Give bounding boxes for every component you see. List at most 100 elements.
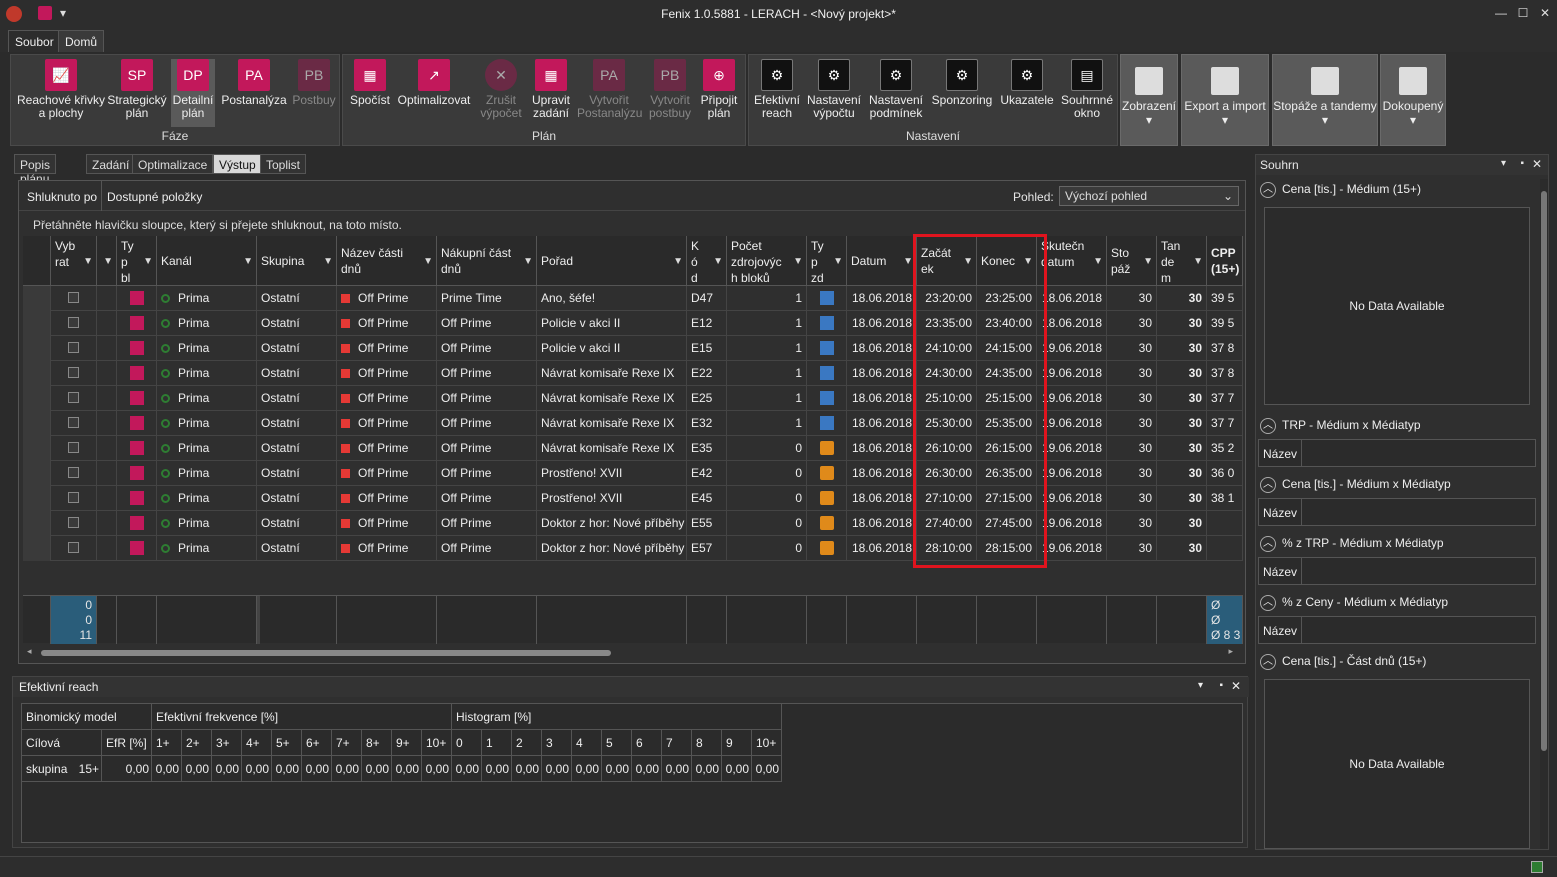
summary-window-button[interactable]: ▤ Souhrnné okno <box>1059 59 1115 120</box>
minimize-icon[interactable]: — <box>1494 6 1508 20</box>
sponsoring-button[interactable]: ⚙ Sponzoring <box>929 59 995 107</box>
tab-optimalizace[interactable]: Optimalizace <box>132 154 214 174</box>
section-pct-trp[interactable]: ︿ % z TRP - Médium x Médiatyp <box>1260 532 1444 554</box>
collapse-icon[interactable]: ︿ <box>1260 181 1276 198</box>
tab-toplist[interactable]: Toplist <box>260 154 307 174</box>
select-checkbox[interactable] <box>68 317 79 328</box>
collapse-icon[interactable]: ︿ <box>1260 535 1276 552</box>
attach-plan-button[interactable]: ⊕ Připojit plán <box>695 59 743 120</box>
select-checkbox[interactable] <box>68 517 79 528</box>
tab-zadani[interactable]: Zadání <box>86 154 136 174</box>
close-icon[interactable]: ✕ <box>1231 679 1241 693</box>
filter-icon[interactable]: ▼ <box>673 254 683 270</box>
collapse-icon[interactable]: ︿ <box>1260 653 1276 670</box>
header-cpp[interactable]: CPP (15+) <box>1207 236 1243 286</box>
postanalysis-button[interactable]: PA Postanalýza <box>221 59 287 107</box>
scrollbar-thumb[interactable] <box>41 650 611 656</box>
horizontal-scrollbar[interactable]: ◂ ▸ <box>27 646 1233 657</box>
tab-vystup[interactable]: Výstup <box>213 154 262 174</box>
header-skutecne-datum[interactable]: Skutečn datum ▼ <box>1037 236 1107 286</box>
header-pocet-zdrojovych-bloku[interactable]: Počet zdrojovýc h bloků ▼ <box>727 236 807 286</box>
filter-icon[interactable]: ▼ <box>1093 254 1103 270</box>
tab-popis-planu[interactable]: Popis plánu <box>14 154 57 186</box>
header-porad[interactable]: Pořad ▼ <box>537 236 687 286</box>
compute-settings-button[interactable]: ⚙ Nastavení výpočtu <box>805 59 863 120</box>
header-tandem[interactable]: Tan de m ▼ <box>1157 236 1207 286</box>
filter-icon[interactable]: ▼ <box>103 254 113 270</box>
view-button[interactable]: Zobrazení ▾ <box>1120 54 1178 146</box>
header-kanal[interactable]: Kanál ▼ <box>157 236 257 286</box>
filter-icon[interactable]: ▼ <box>903 254 913 270</box>
header-typ-zdroje[interactable]: Ty p zd ▼ <box>807 236 847 286</box>
tab-domu[interactable]: Domů <box>58 30 105 52</box>
conditions-settings-button[interactable]: ⚙ Nastavení podmínek <box>867 59 925 120</box>
table-row[interactable]: Prima Ostatní Off Prime Off Prime Návrat kom… <box>23 436 1243 461</box>
close-icon[interactable]: ✕ <box>1538 6 1552 20</box>
strategic-plan-button[interactable]: SP Strategický plán <box>107 59 167 120</box>
dropdown-icon[interactable]: ▾ <box>1198 680 1203 691</box>
view-select[interactable]: Výchozí pohled ⌄ <box>1059 186 1239 206</box>
select-checkbox[interactable] <box>68 367 79 378</box>
filter-icon[interactable]: ▼ <box>1143 254 1153 270</box>
effective-reach-button[interactable]: ⚙ Efektivní reach <box>751 59 803 120</box>
table-row[interactable]: Prima Ostatní Off Prime Off Prime Doktor z h… <box>23 511 1243 536</box>
pin-icon[interactable]: ▪ <box>1520 158 1524 169</box>
select-checkbox[interactable] <box>68 542 79 553</box>
header-stopaz[interactable]: Sto páž ▼ <box>1107 236 1157 286</box>
table-row[interactable]: Prima Ostatní Off Prime Off Prime Doktor z h… <box>23 536 1243 561</box>
postbuy-button[interactable]: PB Postbuy <box>289 59 339 107</box>
collapse-icon[interactable]: ︿ <box>1260 594 1276 611</box>
collapse-icon[interactable]: ︿ <box>1260 417 1276 434</box>
maximize-icon[interactable]: ☐ <box>1516 6 1530 20</box>
table-row[interactable]: Prima Ostatní Off Prime Off Prime Prostřeno!… <box>23 486 1243 511</box>
filter-icon[interactable]: ▼ <box>243 254 253 270</box>
edit-input-button[interactable]: ▦ Upravit zadání <box>527 59 575 120</box>
table-row[interactable]: Prima Ostatní Off Prime Off Prime Návrat kom… <box>23 386 1243 411</box>
header-vybrat[interactable]: Vyb rat ▼ <box>51 236 97 286</box>
table-row[interactable]: Prima Ostatní Off Prime Off Prime Policie v … <box>23 336 1243 361</box>
section-trp-medium-mediatyp[interactable]: ︿ TRP - Médium x Médiatyp <box>1260 414 1421 436</box>
filter-icon[interactable]: ▼ <box>83 254 93 270</box>
create-postanalysis-button[interactable]: PA Vytvořit Postanalýzu <box>577 59 642 120</box>
scroll-left-icon[interactable]: ◂ <box>27 646 32 657</box>
header-kod[interactable]: K ó d ▼ <box>687 236 727 286</box>
scrollbar-thumb[interactable] <box>1541 191 1547 751</box>
header-skupina[interactable]: Skupina ▼ <box>257 236 337 286</box>
select-checkbox[interactable] <box>68 342 79 353</box>
select-checkbox[interactable] <box>68 467 79 478</box>
indicators-button[interactable]: ⚙ Ukazatele <box>999 59 1055 107</box>
scroll-right-icon[interactable]: ▸ <box>1228 646 1233 657</box>
select-checkbox[interactable] <box>68 442 79 453</box>
export-import-button[interactable]: Export a import ▾ <box>1181 54 1269 146</box>
tab-soubor[interactable]: Soubor <box>8 30 61 52</box>
close-icon[interactable]: ✕ <box>1532 157 1542 171</box>
dropdown-icon[interactable]: ▾ <box>1501 158 1506 169</box>
filter-icon[interactable]: ▼ <box>1193 254 1203 270</box>
detail-plan-button[interactable]: DP Detailní plán <box>171 59 215 127</box>
filter-icon[interactable]: ▼ <box>423 254 433 270</box>
header-nakupni-cast-dnu[interactable]: Nákupní část dnů ▼ <box>437 236 537 286</box>
table-row[interactable]: Prima Ostatní Off Prime Off Prime Prostřeno!… <box>23 461 1243 486</box>
filter-icon[interactable]: ▼ <box>793 254 803 270</box>
select-checkbox[interactable] <box>68 417 79 428</box>
available-items-button[interactable]: Dostupné položky <box>103 181 206 211</box>
dokoupeny-button[interactable]: Dokoupený ▾ <box>1380 54 1446 146</box>
table-row[interactable]: Prima Ostatní Off Prime Off Prime Policie v … <box>23 311 1243 336</box>
header-nazev-casti-dnu[interactable]: Název části dnů ▼ <box>337 236 437 286</box>
compute-button[interactable]: ▦ Spočíst <box>347 59 393 107</box>
select-checkbox[interactable] <box>68 292 79 303</box>
filter-icon[interactable]: ▼ <box>523 254 533 270</box>
section-cena-medium-mediatyp[interactable]: ︿ Cena [tis.] - Médium x Médiatyp <box>1260 473 1451 495</box>
pin-icon[interactable]: ▪ <box>1219 680 1223 691</box>
filter-icon[interactable]: ▼ <box>833 254 843 270</box>
header-datum[interactable]: Datum ▼ <box>847 236 917 286</box>
stopaze-tandemy-button[interactable]: Stopáže a tandemy ▾ <box>1272 54 1378 146</box>
header-typ-bloku[interactable]: Ty p bl ▼ <box>117 236 157 286</box>
select-checkbox[interactable] <box>68 492 79 503</box>
table-row[interactable]: Prima Ostatní Off Prime Off Prime Návrat kom… <box>23 411 1243 436</box>
filter-icon[interactable]: ▼ <box>143 254 153 270</box>
filter-icon[interactable]: ▼ <box>713 254 723 270</box>
section-pct-ceny[interactable]: ︿ % z Ceny - Médium x Médiatyp <box>1260 591 1448 613</box>
header-blank[interactable]: ▼ <box>97 236 117 286</box>
table-row[interactable]: Prima Ostatní Off Prime Prime Time Ano, šéfe… <box>23 286 1243 311</box>
